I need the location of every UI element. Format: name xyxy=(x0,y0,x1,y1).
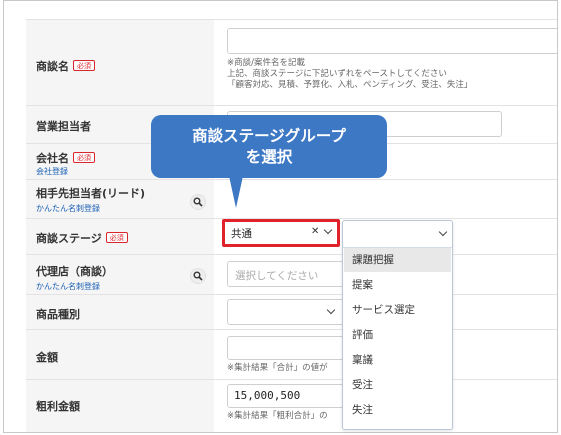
magnifier-icon xyxy=(193,271,203,281)
gross-profit-value: 15,000,500 xyxy=(234,389,301,402)
company-register-link[interactable]: 会社登録 xyxy=(36,166,68,177)
label-cell: 金額 xyxy=(26,330,214,379)
callout-line: 商談ステージグループ xyxy=(192,127,346,145)
product-type-label: 商品種別 xyxy=(36,308,80,321)
label-cell: 商談ステージ 必須 xyxy=(26,219,214,254)
agency-select[interactable]: 選択してください xyxy=(227,261,347,287)
required-badge: 必須 xyxy=(73,152,95,163)
label-cell: 代理店（商談） かんたん名刺登録 xyxy=(26,255,214,294)
deal-name-input[interactable] xyxy=(227,28,557,54)
dropdown-option[interactable]: 失注 xyxy=(344,398,451,422)
stage-group-select[interactable]: 共通 ✕ xyxy=(222,219,340,247)
dropdown-option[interactable]: 課題把握 xyxy=(344,248,451,272)
label-cell: 商品種別 xyxy=(26,295,214,329)
callout-bubble: 商談ステージグループ を選択 xyxy=(151,115,387,178)
dropdown-option[interactable]: 提案 xyxy=(344,273,451,297)
row-amount: 金額 ※集計結果「合計」の値が xyxy=(26,329,557,379)
contact-label: 相手先担当者(リード) xyxy=(36,187,146,200)
agency-placeholder: 選択してください xyxy=(235,270,319,282)
deal-name-label-text: 商談名 xyxy=(36,60,69,73)
form-frame: 商談名 必須 ※商談/案件名を記載 上記、商談ステージに下記いずれをペーストしてく… xyxy=(3,0,558,433)
callout-line: を選択 xyxy=(245,148,293,166)
help-line: 上記、商談ステージに下記いずれをペーストしてください xyxy=(227,69,447,79)
company-label-text: 会社名 xyxy=(36,152,69,165)
row-agency: 代理店（商談） かんたん名刺登録 選択してください xyxy=(26,254,557,294)
row-contact: 相手先担当者(リード) かんたん名刺登録 xyxy=(26,179,557,218)
deal-name-label: 商談名 必須 xyxy=(36,58,95,74)
contact-search-button[interactable] xyxy=(190,194,206,210)
agency-label: 代理店（商談） xyxy=(36,265,113,278)
amount-label: 金額 xyxy=(36,351,58,364)
required-badge: 必須 xyxy=(73,60,95,71)
required-badge: 必須 xyxy=(105,232,128,243)
label-cell: 相手先担当者(リード) かんたん名刺登録 xyxy=(26,180,214,218)
help-line: ※商談/案件名を記載 xyxy=(227,58,305,68)
chevron-down-icon[interactable] xyxy=(323,225,333,235)
stage-dropdown: 課題把握 提案 サービス選定 評価 稟議 受注 失注 xyxy=(342,220,453,430)
help-line: 「顧客対応、見積、予算化、入札、ペンディング、受注、失注」 xyxy=(227,80,473,90)
stage-group-value: 共通 xyxy=(231,228,252,240)
company-label: 会社名 必須 xyxy=(36,150,95,166)
product-type-select[interactable] xyxy=(227,299,347,325)
gross-profit-help: ※集計結果「粗利合計」の xyxy=(227,411,328,421)
chevron-down-icon[interactable] xyxy=(438,227,448,237)
row-deal-name: 商談名 必須 ※商談/案件名を記載 上記、商談ステージに下記いずれをペーストしてく… xyxy=(26,19,557,105)
sales-rep-label: 営業担当者 xyxy=(36,120,91,133)
magnifier-icon xyxy=(193,197,203,207)
row-product-type: 商品種別 xyxy=(26,294,557,329)
row-gross-profit: 粗利金額 15,000,500 ※集計結果「粗利合計」の xyxy=(26,379,557,432)
dropdown-option[interactable]: サービス選定 xyxy=(344,298,451,322)
callout-pointer xyxy=(229,176,243,208)
chevron-down-icon xyxy=(326,305,336,315)
label-cell: 粗利金額 xyxy=(26,380,214,432)
dropdown-option[interactable]: 評価 xyxy=(344,323,451,347)
agency-search-button[interactable] xyxy=(190,268,206,284)
agency-card-register-link[interactable]: かんたん名刺登録 xyxy=(36,281,100,292)
deal-name-help: ※商談/案件名を記載 上記、商談ステージに下記いずれをペーストしてください 「顧… xyxy=(227,58,472,91)
clear-x-icon[interactable]: ✕ xyxy=(311,226,319,237)
stage-label-text: 商談ステージ xyxy=(36,232,102,245)
amount-input[interactable] xyxy=(227,336,347,360)
dropdown-option[interactable]: 受注 xyxy=(344,373,451,397)
contact-card-register-link[interactable]: かんたん名刺登録 xyxy=(36,203,100,214)
gross-profit-input[interactable]: 15,000,500 xyxy=(227,384,347,408)
amount-help: ※集計結果「合計」の値が xyxy=(227,363,328,373)
stage-label: 商談ステージ 必須 xyxy=(36,230,128,246)
gross-profit-label: 粗利金額 xyxy=(36,400,80,413)
label-cell: 商談名 必須 xyxy=(26,20,214,105)
dropdown-option[interactable]: 稟議 xyxy=(344,348,451,372)
